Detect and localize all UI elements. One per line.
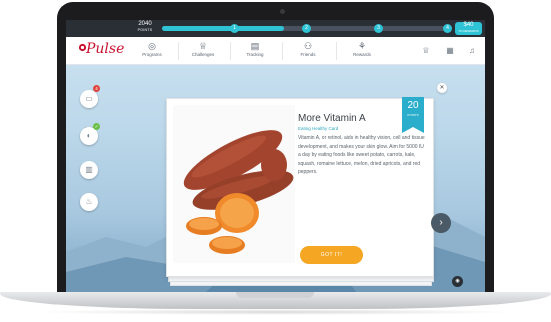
milestone-4[interactable]: 4 bbox=[443, 24, 452, 33]
apple-icon: ◐ bbox=[86, 131, 92, 140]
water-drop-icon: ♨ bbox=[85, 197, 93, 206]
card-title: More Vitamin A bbox=[298, 113, 366, 124]
globe-icon: ◎ bbox=[148, 41, 156, 51]
reward-label: TO REWARDS bbox=[458, 29, 479, 33]
nav-programs-label: Programs bbox=[142, 52, 162, 57]
card-description: Vitamin A, or retinol, aids in healthy v… bbox=[298, 135, 425, 175]
webcam bbox=[280, 9, 285, 14]
complete-badge: ✓ bbox=[93, 123, 100, 130]
clipboard-icon: ▥ bbox=[85, 165, 93, 174]
logo-text[interactable]: Pulse bbox=[86, 41, 124, 57]
nav-friends-label: Friends bbox=[300, 52, 316, 57]
bell-icon[interactable]: ♫ bbox=[466, 45, 478, 57]
cards-count-badge: 4 bbox=[93, 85, 100, 92]
milestone-1[interactable]: 1 bbox=[230, 24, 239, 33]
calendar-icon: ▤ bbox=[250, 41, 260, 51]
app-screen: 2040 POINTS 1 2 3 4 $40 TO REWARDS Pulse… bbox=[66, 20, 485, 292]
rewards-icon: ⚘ bbox=[357, 41, 367, 51]
card-category: Eating Healthy Card bbox=[298, 126, 339, 131]
nav-tracking-label: Tracking bbox=[246, 52, 264, 57]
healthy-tip-card: 20 POINTS More Vitamin A Eating Healthy … bbox=[166, 97, 434, 277]
sweet-potato-image bbox=[173, 105, 295, 263]
nav-divider bbox=[282, 42, 283, 60]
nav-programs[interactable]: ◎ Programs bbox=[128, 41, 176, 58]
nav-challenges[interactable]: ♕ Challenges bbox=[179, 41, 227, 58]
points-value: 2040 bbox=[138, 21, 152, 27]
card-points-label: POINTS bbox=[407, 113, 419, 117]
trophy-icon[interactable]: ♕ bbox=[420, 45, 432, 57]
rewards-balance-button[interactable]: $40 TO REWARDS bbox=[455, 22, 482, 35]
laptop-shadow bbox=[30, 309, 521, 315]
laptop-notch bbox=[236, 292, 314, 298]
points-ribbon: 20 POINTS bbox=[402, 97, 424, 133]
next-card-button[interactable]: › bbox=[431, 213, 451, 233]
milestone-3[interactable]: 3 bbox=[374, 24, 383, 33]
main-nav: Pulse ◎ Programs ♕ Challenges ▤ Tracking… bbox=[66, 37, 485, 65]
nav-tracking[interactable]: ▤ Tracking bbox=[231, 41, 279, 58]
got-it-button[interactable]: GOT IT! bbox=[300, 246, 363, 264]
points-label: POINTS bbox=[137, 28, 153, 32]
camera-icon[interactable]: ◉ bbox=[452, 276, 463, 287]
hydration-button[interactable]: ♨ bbox=[80, 193, 98, 211]
nav-friends[interactable]: ⚇ Friends bbox=[284, 41, 332, 58]
calendar-icon[interactable]: ▦ bbox=[444, 45, 456, 57]
close-icon[interactable]: ✕ bbox=[437, 83, 447, 93]
progress-fill bbox=[162, 26, 284, 31]
trophy-icon: ♕ bbox=[198, 41, 208, 51]
top-bar: 2040 POINTS 1 2 3 4 $40 TO REWARDS bbox=[66, 20, 485, 37]
cards-button[interactable]: ▭ bbox=[80, 90, 98, 108]
nav-divider bbox=[336, 42, 337, 60]
card-points-value: 20 bbox=[407, 100, 419, 111]
points-counter: 2040 POINTS bbox=[130, 21, 160, 35]
journal-button[interactable]: ▥ bbox=[80, 161, 98, 179]
nav-rewards[interactable]: ⚘ Rewards bbox=[338, 41, 386, 58]
cards-icon: ▭ bbox=[85, 94, 93, 103]
nav-challenges-label: Challenges bbox=[191, 52, 215, 57]
nav-rewards-label: Rewards bbox=[353, 52, 371, 57]
chevron-right-icon: › bbox=[439, 217, 443, 228]
milestone-2[interactable]: 2 bbox=[302, 24, 311, 33]
reward-value: $40 bbox=[463, 22, 474, 28]
friends-icon: ⚇ bbox=[303, 41, 313, 51]
